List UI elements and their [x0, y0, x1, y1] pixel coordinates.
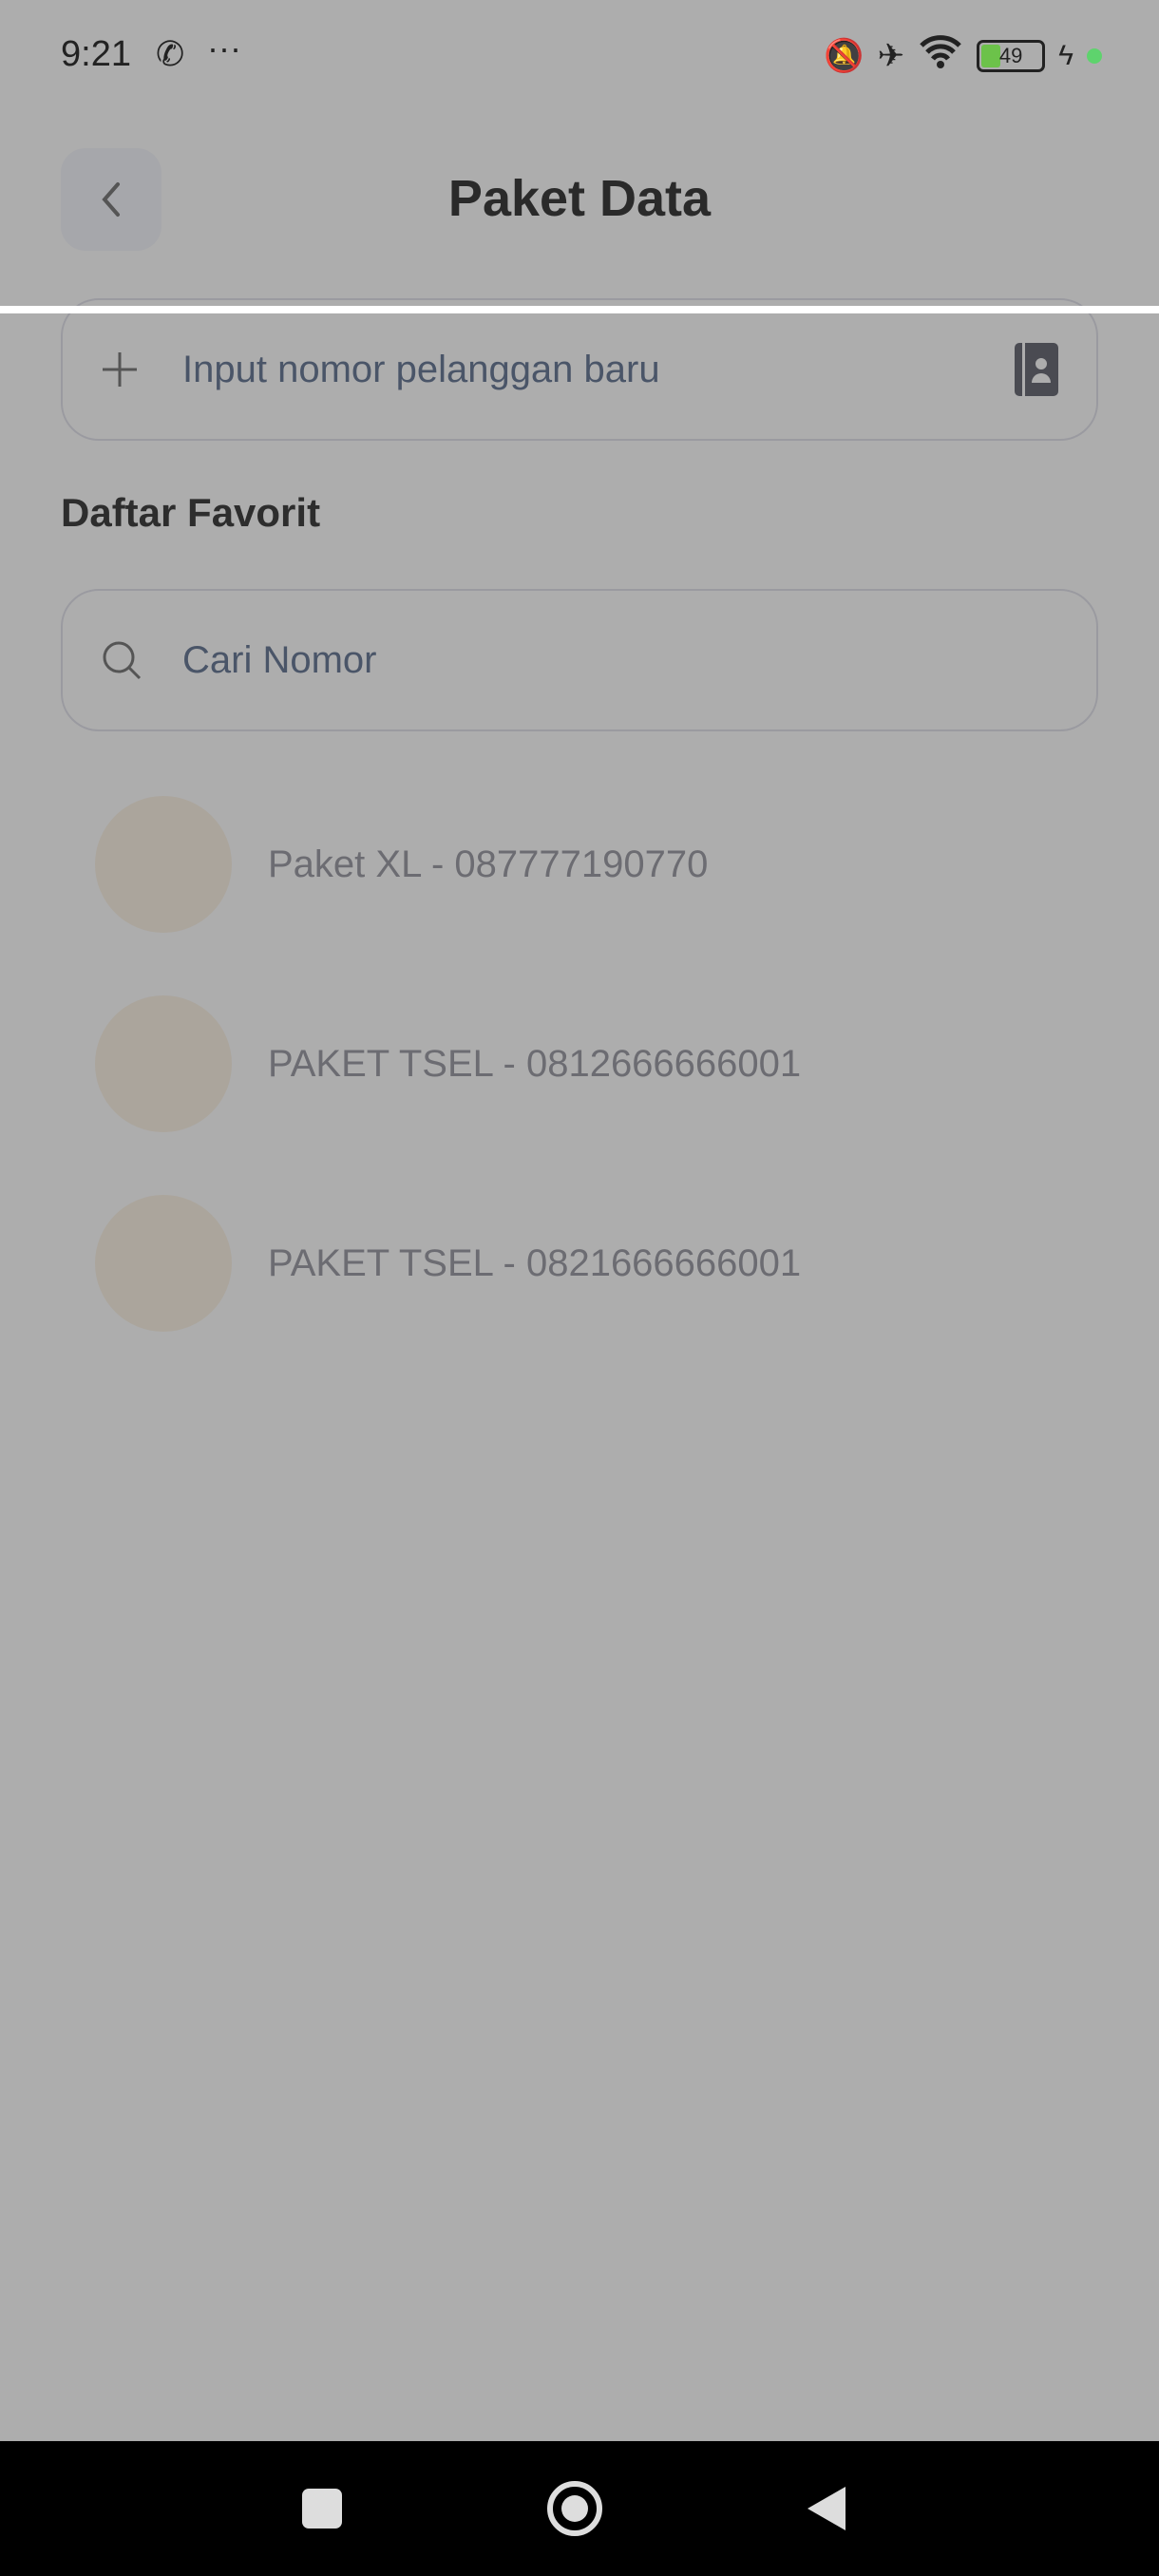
battery-icon: 49 — [977, 39, 1046, 72]
favorites-heading: Daftar Favorit — [61, 490, 321, 535]
avatar — [95, 995, 232, 1132]
search-placeholder: Cari Nomor — [182, 638, 377, 681]
avatar — [95, 1195, 232, 1332]
system-nav-bar — [0, 2441, 1159, 2576]
whatsapp-icon: ✆ — [156, 34, 185, 73]
plus-icon — [103, 352, 137, 387]
favorite-label: PAKET TSEL - 0821666666001 — [268, 1241, 802, 1284]
airplane-icon: ✈ — [877, 37, 905, 74]
favorite-item[interactable]: PAKET TSEL - 0821666666001 — [95, 1195, 801, 1332]
back-nav-button[interactable] — [806, 2485, 847, 2532]
favorite-label: Paket XL - 087777190770 — [268, 843, 709, 885]
new-number-input[interactable]: Input nomor pelanggan baru — [61, 298, 1098, 441]
favorite-item[interactable]: Paket XL - 087777190770 — [95, 796, 708, 933]
charging-icon: ϟ — [1058, 39, 1074, 71]
divider-line — [0, 306, 1159, 313]
home-button[interactable] — [547, 2481, 602, 2536]
contact-book-icon[interactable] — [1015, 343, 1058, 396]
status-time: 9:21 — [61, 34, 131, 74]
search-icon — [103, 641, 142, 680]
status-icons: 🔕 ✈ 49 ϟ — [824, 32, 1102, 79]
favorite-label: PAKET TSEL - 0812666666001 — [268, 1042, 802, 1085]
recents-button[interactable] — [302, 2489, 342, 2529]
wifi-icon — [918, 32, 963, 79]
favorite-item[interactable]: PAKET TSEL - 0812666666001 — [95, 995, 801, 1132]
mute-icon: 🔕 — [824, 37, 864, 74]
avatar — [95, 796, 232, 933]
new-number-placeholder: Input nomor pelanggan baru — [182, 348, 660, 390]
search-input[interactable]: Cari Nomor — [61, 589, 1098, 731]
page-title: Paket Data — [447, 170, 712, 227]
privacy-indicator — [1087, 47, 1102, 64]
more-icon: ··· — [207, 28, 241, 67]
